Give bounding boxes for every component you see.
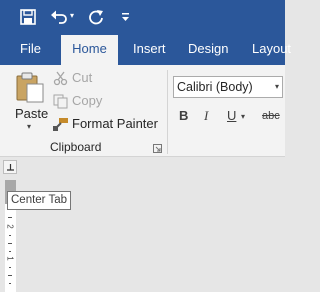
italic-button[interactable]: I xyxy=(204,108,208,124)
tab-home[interactable]: Home xyxy=(61,35,118,65)
undo-dropdown-icon[interactable]: ▾ xyxy=(70,11,74,20)
scissors-icon xyxy=(53,71,68,86)
tab-design[interactable]: Design xyxy=(188,35,228,65)
format-painter-icon xyxy=(53,118,68,131)
redo-icon[interactable] xyxy=(88,9,104,25)
paste-icon xyxy=(16,72,44,103)
save-icon[interactable] xyxy=(20,9,36,25)
underline-dropdown-icon[interactable]: ▾ xyxy=(241,112,245,121)
format-painter-label: Format Painter xyxy=(72,116,158,131)
paste-button[interactable]: Paste ▾ xyxy=(12,70,49,131)
tab-insert[interactable]: Insert xyxy=(133,35,166,65)
font-name-combobox[interactable]: Calibri (Body) ▾ xyxy=(173,76,283,98)
underline-button[interactable]: U xyxy=(227,108,236,123)
bold-button[interactable]: B xyxy=(179,108,188,123)
ruler-number: 2 xyxy=(5,224,15,229)
center-tab-icon xyxy=(7,164,14,171)
paste-dropdown-icon[interactable]: ▾ xyxy=(27,122,31,131)
tab-file[interactable]: File xyxy=(20,35,41,65)
group-divider xyxy=(167,70,168,154)
copy-icon xyxy=(53,94,68,109)
customize-qat-icon[interactable] xyxy=(121,11,131,23)
clipboard-group-label: Clipboard xyxy=(50,140,102,154)
font-name-value: Calibri (Body) xyxy=(177,80,253,94)
ribbon-tabs: File Home Insert Design Layout xyxy=(0,35,291,65)
paste-label: Paste xyxy=(15,106,49,121)
cut-label: Cut xyxy=(72,70,93,85)
copy-label: Copy xyxy=(72,93,103,108)
tab-layout[interactable]: Layout xyxy=(252,35,291,65)
ruler-number: 1 xyxy=(5,256,15,261)
font-dropdown-icon[interactable]: ▾ xyxy=(275,77,279,97)
dialog-launcher-icon[interactable] xyxy=(153,144,162,153)
tab-selector[interactable] xyxy=(3,160,17,174)
quick-access-toolbar: ▾ xyxy=(0,0,285,35)
undo-icon[interactable] xyxy=(50,9,68,25)
strikethrough-button[interactable]: abc xyxy=(262,110,280,122)
tooltip: Center Tab xyxy=(7,191,72,210)
